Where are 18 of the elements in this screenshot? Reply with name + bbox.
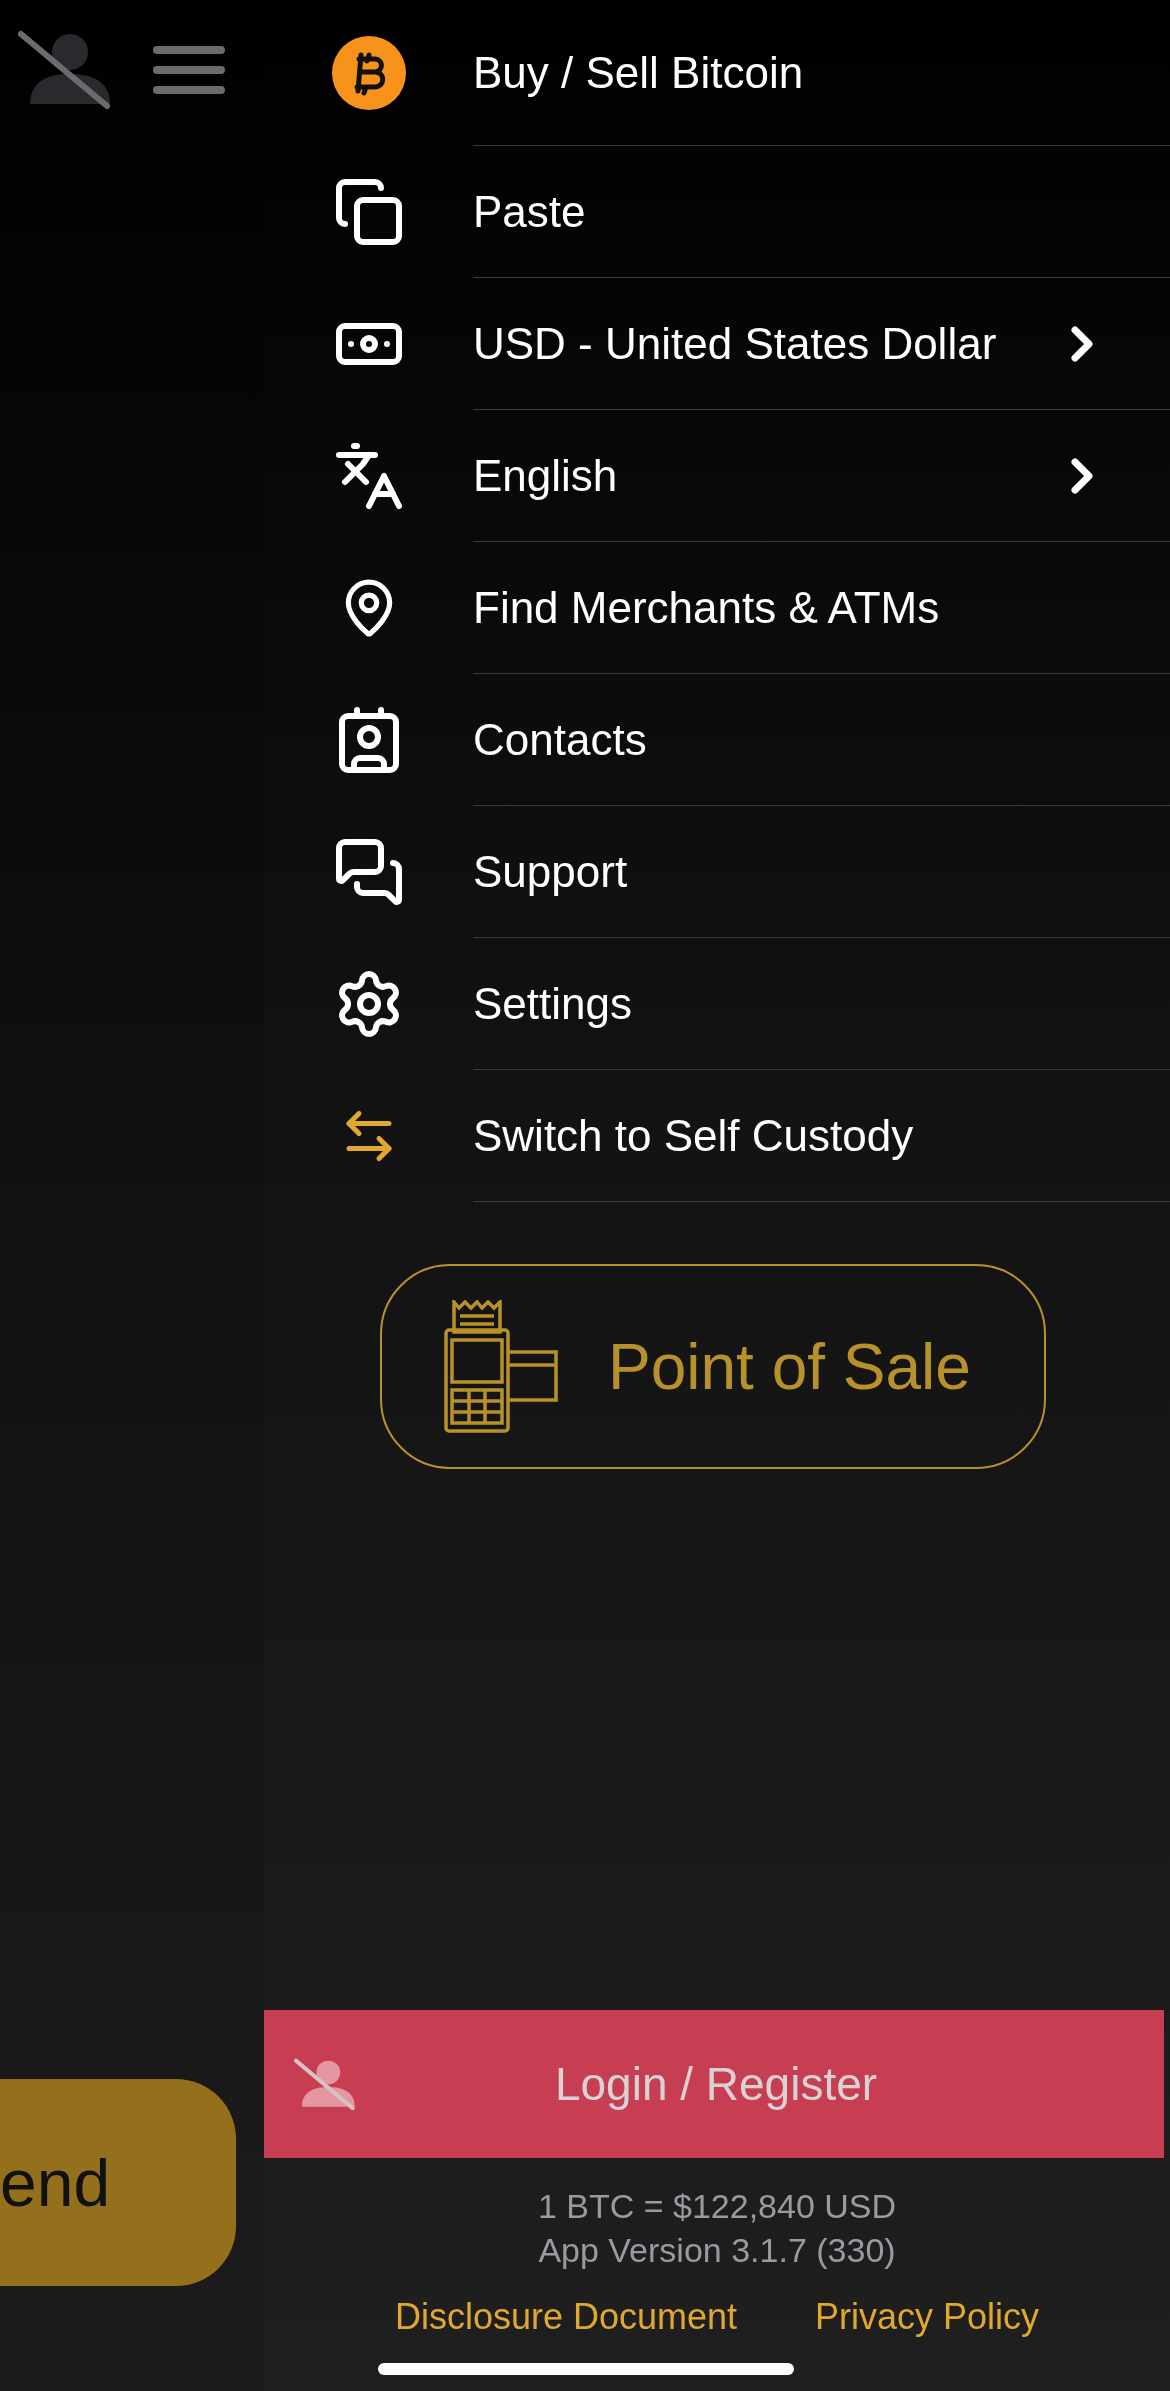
send-button[interactable]: end <box>0 2079 236 2286</box>
menu-item[interactable]: Switch to Self Custody <box>264 1070 1170 1202</box>
menu-icon[interactable] <box>153 45 225 95</box>
menu-item[interactable]: English <box>264 410 1170 542</box>
menu-item[interactable]: Contacts <box>264 674 1170 806</box>
menu-item[interactable]: Find Merchants & ATMs <box>264 542 1170 674</box>
user-off-icon[interactable] <box>292 2057 358 2111</box>
bitcoin-icon <box>330 35 407 111</box>
btc-rate: 1 BTC = $122,840 USD <box>537 2186 897 2227</box>
point-of-sale-button[interactable]: Point of Sale <box>380 1264 1046 1469</box>
app-version: App Version 3.1.7 (330) <box>538 2230 896 2271</box>
menu-item[interactable]: Buy / Sell Bitcoin <box>264 0 1170 146</box>
footer-link[interactable]: Privacy Policy <box>815 2296 1040 2338</box>
menu-item[interactable]: USD - United States Dollar <box>264 278 1170 410</box>
menu-item[interactable]: Settings <box>264 938 1170 1070</box>
footer-link[interactable]: Disclosure Document <box>394 2296 738 2338</box>
menu-item[interactable]: Paste <box>264 146 1170 278</box>
menu-item[interactable]: Support <box>264 806 1170 938</box>
